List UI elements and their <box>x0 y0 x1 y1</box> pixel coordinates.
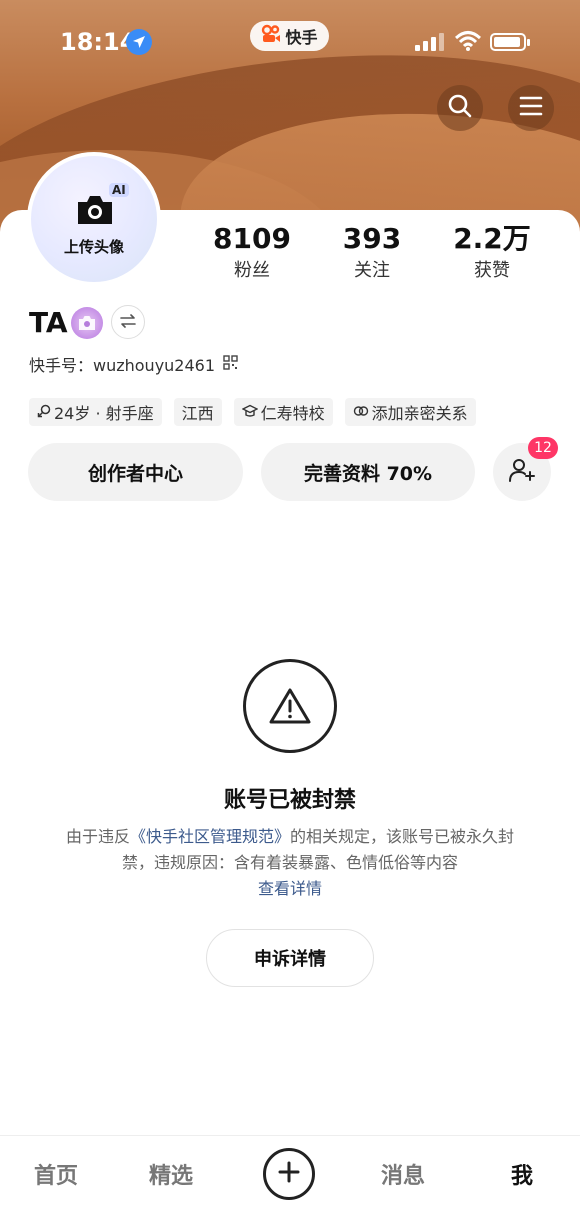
ban-title: 账号已被封禁 <box>223 788 356 813</box>
tag-age[interactable]: 24岁 · 射手座 <box>29 398 162 426</box>
gender-icon <box>37 403 51 422</box>
link-hearts-icon <box>353 403 369 422</box>
location-arrow-icon <box>126 29 152 55</box>
wifi-icon <box>455 31 481 51</box>
plus-icon <box>278 1161 300 1187</box>
stat-label: 获赞 <box>474 260 510 281</box>
camera-icon <box>75 193 115 231</box>
stat-label: 关注 <box>354 260 390 281</box>
kuaishou-id-row[interactable]: 快手号：wuzhouyu2461 <box>29 352 238 376</box>
menu-button[interactable] <box>508 85 554 131</box>
ban-desc-prefix: 由于违反 <box>65 827 130 846</box>
tag-label: 仁寿特校 <box>260 404 325 423</box>
tag-label: 添加亲密关系 <box>371 404 468 423</box>
stat-value: 8109 <box>213 222 291 255</box>
battery-icon <box>490 33 530 51</box>
tag-label: 江西 <box>181 404 214 423</box>
cellular-signal-icon <box>415 33 444 51</box>
community-rules-link[interactable]: 《快手社区管理规范》 <box>130 827 290 846</box>
avatar-label: 上传头像 <box>63 238 124 256</box>
kuaishou-id: 快手号：wuzhouyu2461 <box>29 356 216 375</box>
search-button[interactable] <box>437 85 483 131</box>
camera-badge-icon[interactable] <box>71 307 103 339</box>
creator-center-button[interactable]: 创作者中心 <box>28 443 243 501</box>
ban-description: 由于违反《快手社区管理规范》的相关规定，该账号已被永久封禁，违规原因：含有着装暴… <box>50 824 530 902</box>
tag-school[interactable]: 仁寿特校 <box>233 398 333 426</box>
tag-add-relation[interactable]: 添加亲密关系 <box>344 398 476 426</box>
avatar-upload[interactable]: AI 上传头像 <box>27 152 161 286</box>
ai-tag: AI <box>109 183 129 197</box>
stat-label: 粉丝 <box>234 260 270 281</box>
tag-label: 24岁 · 射手座 <box>54 404 154 423</box>
kuaishou-logo-icon <box>261 24 281 48</box>
app-pill-label: 快手 <box>285 28 318 47</box>
add-user-icon <box>508 457 536 487</box>
profile-name: TA <box>29 306 68 339</box>
stat-value: 393 <box>342 222 402 255</box>
appeal-details-button[interactable]: 申诉详情 <box>206 929 374 987</box>
complete-profile-button[interactable]: 完善资料 70% <box>261 443 475 501</box>
search-icon <box>447 93 473 123</box>
tab-home[interactable]: 首页 <box>34 1158 78 1190</box>
app-pill[interactable]: 快手 <box>250 21 329 51</box>
view-details-link[interactable]: 查看详情 <box>258 879 322 898</box>
friend-notification-badge: 12 <box>528 437 558 459</box>
qr-code-icon[interactable] <box>223 354 238 374</box>
tab-me[interactable]: 我 <box>511 1158 533 1190</box>
stat-following[interactable]: 393 关注 <box>312 222 432 282</box>
bottom-tab-bar: 首页 精选 消息 我 <box>0 1135 580 1228</box>
stat-value: 2.2万 <box>453 222 531 255</box>
stat-likes[interactable]: 2.2万 获赞 <box>432 222 552 282</box>
profile-tags: 24岁 · 射手座 江西 仁寿特校 添加亲密关系 <box>29 398 476 426</box>
switch-account-button[interactable] <box>111 305 145 339</box>
tab-messages[interactable]: 消息 <box>381 1158 425 1190</box>
create-post-button[interactable] <box>263 1148 315 1200</box>
tab-featured[interactable]: 精选 <box>149 1158 193 1190</box>
swap-arrows-icon <box>120 313 136 332</box>
stat-fans[interactable]: 8109 粉丝 <box>192 222 312 282</box>
status-bar: 18:14 快手 <box>0 0 580 86</box>
warning-icon <box>243 659 337 753</box>
tag-location[interactable]: 江西 <box>173 398 222 426</box>
graduation-cap-icon <box>241 403 259 422</box>
status-time: 18:14 <box>60 28 137 56</box>
hamburger-menu-icon <box>519 95 543 121</box>
